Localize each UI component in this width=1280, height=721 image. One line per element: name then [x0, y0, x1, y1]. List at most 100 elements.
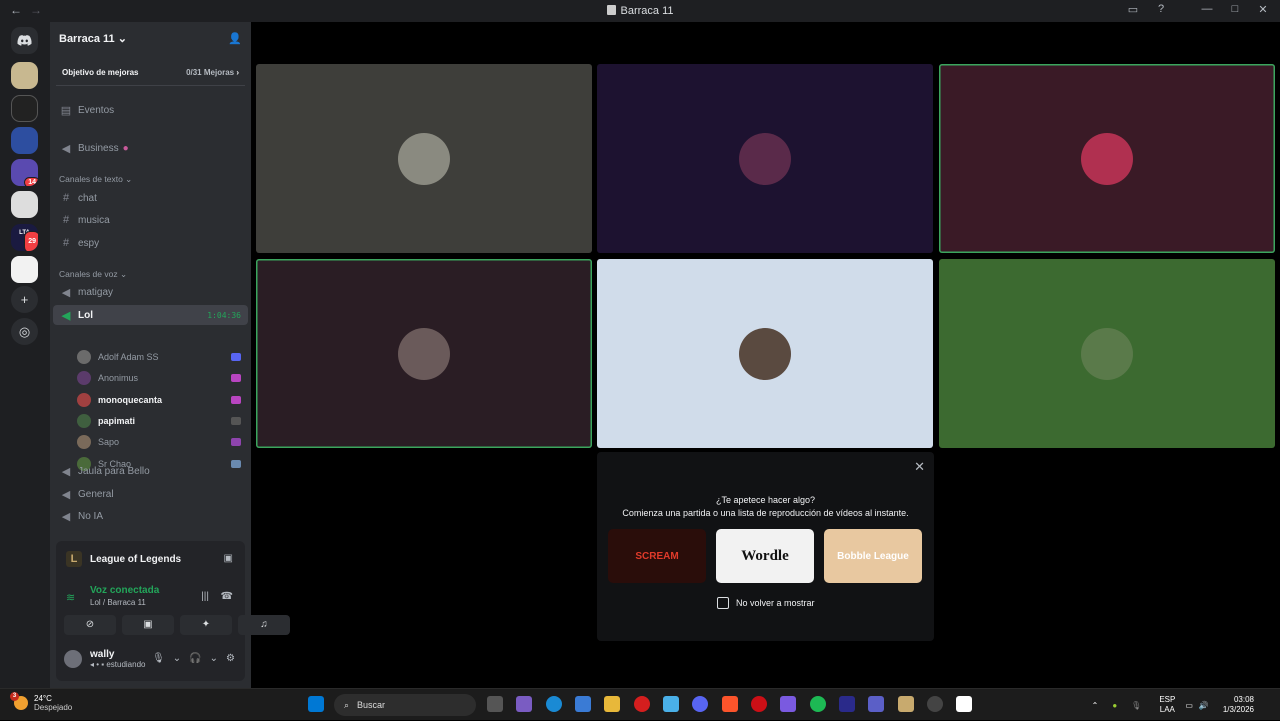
language-indicator[interactable]: ESP LAA — [1159, 695, 1175, 715]
voice-member[interactable]: Anonimus — [77, 369, 241, 387]
server-icon-2[interactable] — [11, 95, 38, 122]
server-icon-barraca[interactable] — [11, 256, 38, 283]
server-icon-5[interactable] — [11, 191, 38, 218]
disconnect-icon[interactable]: ☎ — [221, 591, 233, 602]
opera-gx-icon[interactable] — [634, 696, 650, 712]
activity-card-scream[interactable]: SCREAM — [608, 529, 706, 583]
discord-taskbar-icon[interactable] — [692, 696, 708, 712]
current-game[interactable]: L League of Legends — [66, 551, 181, 567]
soundboard-button[interactable]: ♫ — [238, 615, 290, 635]
channel-matigay[interactable]: ◀ matigay — [53, 282, 248, 302]
game-overlay-icon[interactable]: ▣ — [224, 553, 233, 564]
store-icon[interactable] — [575, 696, 591, 712]
discord-home-button[interactable] — [11, 27, 38, 54]
video-tile[interactable] — [597, 64, 933, 253]
gear-icon[interactable]: ⚙ — [226, 653, 235, 664]
github-icon[interactable] — [927, 696, 943, 712]
discord-logo-icon — [17, 35, 32, 46]
noise-suppression-icon[interactable]: ||| — [201, 591, 209, 602]
league-icon: L — [66, 551, 82, 567]
boost-goal-bar[interactable]: Objetivo de mejoras 0/31 Mejoras › — [56, 60, 245, 86]
video-tile[interactable] — [597, 259, 933, 448]
voice-member[interactable]: papimati — [77, 412, 241, 430]
voice-member[interactable]: monoquecanta — [77, 391, 241, 409]
server-header[interactable]: Barraca 11 ⌄ 👤 — [50, 22, 251, 54]
video-tile[interactable] — [939, 64, 1275, 253]
channel-espy[interactable]: # espy — [53, 233, 248, 253]
channel-chat[interactable]: # chat — [53, 188, 248, 208]
notepad-icon[interactable] — [663, 696, 679, 712]
server-icon-3[interactable] — [11, 127, 38, 154]
video-tile[interactable] — [256, 64, 592, 253]
add-member-icon[interactable]: 👤 — [228, 32, 242, 45]
tray-app-icon[interactable]: ● — [1112, 701, 1117, 710]
help-icon[interactable]: ? — [1154, 3, 1168, 16]
text-category-label[interactable]: Canales de texto ⌄ — [59, 174, 132, 185]
user-panel[interactable]: wally ◂ • ▪ estudiando — [64, 649, 145, 669]
channel-general[interactable]: ◀ General — [53, 484, 248, 504]
chevron-up-icon[interactable]: ⌃ — [1092, 701, 1099, 710]
checkbox-box[interactable] — [717, 597, 729, 609]
task-view-icon[interactable] — [487, 696, 503, 712]
camera-off-button[interactable]: ⊘ — [64, 615, 116, 635]
channel-label: Jaula para Bello — [78, 465, 150, 477]
chevron-down-icon[interactable]: ⌄ — [210, 653, 218, 664]
edge-icon[interactable] — [546, 696, 562, 712]
channel-business[interactable]: ◀ Business ● — [53, 138, 248, 158]
video-tile[interactable] — [256, 259, 592, 448]
close-icon[interactable]: ✕ — [914, 459, 925, 475]
voice-member[interactable]: Sapo — [77, 433, 241, 451]
headphones-icon[interactable]: 🎧 — [189, 653, 201, 664]
mic-tray-icon[interactable]: 🎙 — [1131, 701, 1141, 710]
discover-button[interactable]: ◎ — [11, 318, 38, 345]
channel-lol[interactable]: ◀ Lol 1:04:36 — [53, 305, 248, 325]
activities-button[interactable]: ✦ — [180, 615, 232, 635]
voice-status[interactable]: Voz conectada — [90, 585, 159, 596]
close-window-button[interactable]: ✕ — [1256, 3, 1270, 16]
channel-jaula[interactable]: ◀ Jaula para Bello — [53, 461, 248, 481]
clock[interactable]: 03:08 1/3/2026 — [1223, 695, 1254, 715]
m365-icon[interactable] — [780, 696, 796, 712]
league-client-icon[interactable] — [898, 696, 914, 712]
maximize-button[interactable]: □ — [1228, 3, 1242, 16]
ubisoft-icon[interactable] — [956, 696, 972, 712]
channel-events[interactable]: ▤ Eventos — [53, 100, 248, 120]
video-tile[interactable] — [939, 259, 1275, 448]
speaker-icon: ◀ — [61, 488, 71, 501]
voice-location[interactable]: Lol / Barraca 11 — [90, 598, 159, 607]
volume-icon[interactable]: 🔊 — [1199, 701, 1209, 710]
server-icon-lta[interactable]: LTA29 — [11, 224, 38, 251]
search-box[interactable]: ⌕ Buscar — [334, 694, 476, 716]
copilot-icon[interactable] — [516, 696, 532, 712]
inbox-icon[interactable]: ▭ — [1126, 3, 1140, 16]
network-icon[interactable]: ▭ — [1185, 701, 1193, 710]
screen-share-button[interactable]: ▣ — [122, 615, 174, 635]
unread-badge: 29 — [24, 231, 38, 251]
activity-card-wordle[interactable]: Wordle — [716, 529, 814, 583]
voice-category-label[interactable]: Canales de voz ⌄ — [59, 269, 127, 280]
activity-card-bobble-league[interactable]: Bobble League — [824, 529, 922, 583]
channel-musica[interactable]: # musica — [53, 210, 248, 230]
weather-widget[interactable]: 3 24°C Despejado — [10, 692, 73, 712]
voice-member[interactable]: Adolf Adam SS — [77, 348, 241, 366]
spotify-icon[interactable] — [810, 696, 826, 712]
channel-label: matigay — [78, 286, 114, 298]
activity-card-label: SCREAM — [635, 550, 679, 562]
channel-no-ia[interactable]: ◀ No IA — [53, 506, 248, 526]
custom-status-text: estudiando — [106, 660, 146, 669]
app-icon[interactable] — [839, 696, 855, 712]
add-server-button[interactable]: + — [11, 286, 38, 313]
server-icon-4[interactable]: 14 — [11, 159, 38, 186]
teams-icon[interactable] — [868, 696, 884, 712]
opera-icon[interactable] — [751, 696, 767, 712]
dont-show-again-checkbox[interactable]: No volver a mostrar — [717, 597, 815, 609]
speaker-icon: ◀ — [61, 286, 71, 299]
microphone-icon[interactable]: 🎙 — [152, 653, 165, 664]
file-explorer-icon[interactable] — [604, 696, 620, 712]
server-icon-1[interactable] — [11, 62, 38, 89]
chevron-down-icon[interactable]: ⌄ — [173, 653, 181, 664]
minimize-button[interactable]: — — [1200, 3, 1214, 16]
brave-icon[interactable] — [722, 696, 738, 712]
start-button[interactable] — [308, 696, 324, 712]
weather-condition: Despejado — [34, 703, 73, 712]
